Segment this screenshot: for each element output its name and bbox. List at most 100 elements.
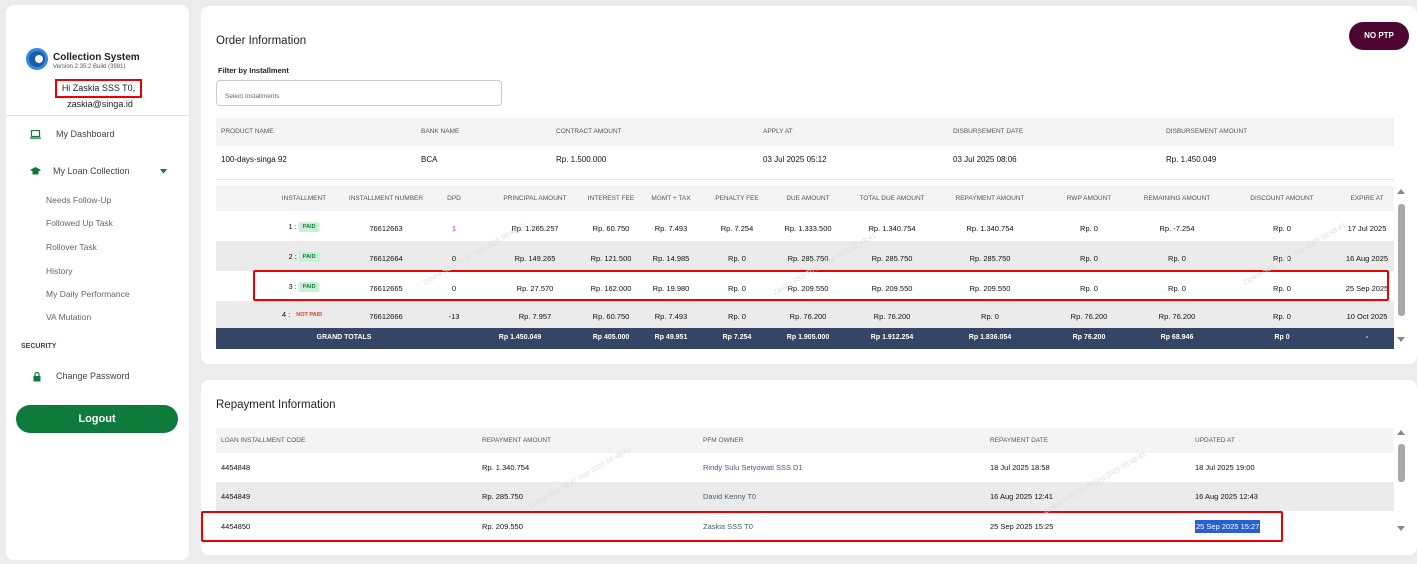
logout-button[interactable]: Logout (16, 405, 178, 433)
total-cell: Rp 49.951 (654, 334, 688, 341)
table-cell: Rp. 0 (728, 312, 746, 321)
security-heading: SECURITY (21, 343, 57, 350)
table-cell: Rp. 0 (1273, 224, 1291, 233)
app-logo (26, 48, 48, 70)
repayment-table-scrollbar[interactable] (1397, 430, 1406, 540)
table-cell: Rp. 7.254 (720, 224, 754, 233)
table-cell: Rp. 0 (1168, 254, 1186, 263)
scroll-thumb[interactable] (1398, 444, 1405, 482)
table-cell: 4454848 (221, 463, 251, 472)
table-row[interactable]: 4 : NOT PAID 76612666 -13 Rp. 7.957 Rp. 60.75… (216, 301, 1394, 328)
total-cell: Rp 405.000 (592, 334, 630, 341)
sidebar-item-label: My Loan Collection (53, 166, 130, 176)
table-cell: 16 Aug 2025 12:41 (990, 492, 1053, 501)
total-cell: Rp 1.836.054 (968, 334, 1012, 341)
table-cell: Rp. 76.200 (1070, 312, 1108, 321)
repayment-information-title: Repayment Information (216, 399, 336, 411)
total-cell: Rp 1.912.254 (870, 334, 914, 341)
caret-down-icon[interactable] (160, 169, 167, 174)
table-cell: 1 (451, 224, 457, 233)
sidebar-subitem-history[interactable]: History (46, 266, 72, 276)
column-header: CONTRACT AMOUNT (556, 128, 622, 135)
column-header: INSTALLMENT (281, 195, 327, 202)
scroll-thumb[interactable] (1398, 204, 1405, 316)
status-badge: PAID (298, 252, 320, 263)
sidebar-subitem-needs-follow-up[interactable]: Needs Follow-Up (46, 195, 111, 205)
sidebar-subitem-followed-up-task[interactable]: Followed Up Task (46, 218, 113, 228)
column-header: PENALTY FEE (715, 195, 759, 202)
installment-table-scrollbar[interactable] (1397, 189, 1406, 344)
total-cell: Rp 1.450.049 (498, 334, 542, 341)
sidebar-subitem-daily-performance[interactable]: My Daily Performance (46, 289, 130, 299)
total-cell: Rp 76.200 (1072, 334, 1106, 341)
table-cell: Rp. 149.265 (514, 254, 556, 263)
column-header: INSTALLMENT NUMBER (348, 195, 424, 202)
table-cell: 4454849 (221, 492, 251, 501)
table-cell: -13 (448, 312, 460, 321)
sidebar-item-label: My Dashboard (56, 129, 115, 139)
sidebar-subitem-va-mutation[interactable]: VA Mutation (46, 312, 91, 322)
table-cell: 100-days-singa 92 (221, 155, 287, 164)
lock-icon (33, 372, 41, 382)
table-cell: 10 Oct 2025 (1346, 312, 1388, 321)
column-header: REPAYMENT AMOUNT (955, 195, 1025, 202)
table-cell: Rp. 7.493 (654, 312, 688, 321)
pfm-owner-link[interactable]: David Kenny T0 (703, 492, 756, 501)
user-greeting: Hi Zaskia SSS T0, (55, 79, 142, 98)
sidebar-subitem-rollover-task[interactable]: Rollover Task (46, 242, 97, 252)
scroll-down-icon[interactable] (1397, 526, 1405, 531)
column-header: UPDATED AT (1195, 437, 1235, 444)
table-cell: Rp. 76.200 (873, 312, 911, 321)
column-header: REPAYMENT AMOUNT (482, 437, 551, 444)
table-cell: 18 Jul 2025 18:58 (990, 463, 1050, 472)
table-cell: Rp. 1.450.049 (1166, 155, 1217, 164)
table-cell: Rp. 121.500 (590, 254, 632, 263)
table-cell: Rp. 285.750 (969, 254, 1011, 263)
installment-filter-select[interactable]: Select Installments (216, 80, 502, 106)
table-cell: 17 Jul 2025 (1347, 224, 1387, 233)
pfm-owner-link[interactable]: Rindy Sulu Setyowati SSS D1 (703, 463, 803, 472)
table-cell: Rp. 285.750 (787, 254, 829, 263)
table-cell: 76612664 (369, 254, 403, 263)
filter-label: Filter by Installment (218, 66, 289, 75)
scroll-up-icon[interactable] (1397, 189, 1405, 194)
column-header: PFM OWNER (703, 437, 744, 444)
table-cell: Rp. 1.333.500 (784, 224, 832, 233)
table-cell: Rp. 7.957 (518, 312, 552, 321)
table-cell: Rp. 1.340.754 (482, 463, 530, 472)
table-row[interactable]: 4454848 Rp. 1.340.754 Rindy Sulu Setyowa… (216, 453, 1394, 482)
column-header: DISBURSEMENT DATE (953, 128, 1024, 135)
total-cell: Rp 7.254 (722, 334, 752, 341)
table-cell: Rp. 0 (981, 312, 999, 321)
installment-number: 2 : (288, 252, 297, 261)
total-cell: - (1365, 334, 1369, 341)
table-cell: 16 Aug 2025 12:43 (1195, 492, 1258, 501)
app-title: Collection System (53, 52, 140, 63)
table-cell: Rp. 1.500.000 (556, 155, 607, 164)
table-cell: Rp. 76.200 (1158, 312, 1196, 321)
table-cell: 0 (451, 254, 457, 263)
order-information-panel: Order Information NO PTP Filter by Insta… (201, 6, 1417, 364)
column-header: DISBURSEMENT AMOUNT (1166, 128, 1248, 135)
table-cell: Rp. 1.340.754 (966, 224, 1014, 233)
table-cell: Rp. 0 (1080, 254, 1098, 263)
table-cell: BCA (421, 155, 438, 164)
installment-label: 1 : PAID (288, 222, 320, 233)
table-cell: Rp. 0 (728, 254, 746, 263)
no-ptp-button[interactable]: NO PTP (1349, 22, 1409, 50)
total-cell: Rp 1.905.000 (786, 334, 830, 341)
table-row[interactable]: 1 : PAID 76612663 1 Rp. 1.265.257 Rp. 60.750 R… (216, 211, 1394, 241)
scroll-up-icon[interactable] (1397, 430, 1405, 435)
column-header: MGMT + TAX (651, 195, 691, 202)
scroll-down-icon[interactable] (1397, 337, 1405, 342)
installment-label: 2 : PAID (288, 252, 320, 263)
table-cell: Rp. 14.985 (652, 254, 690, 263)
sidebar: Collection System Version 2.35.2 Build (… (6, 5, 189, 560)
table-row[interactable]: 4454849 Rp. 285.750 David Kenny T0 16 Au… (216, 482, 1394, 511)
highlight-box (253, 270, 1389, 301)
table-cell: 03 Jul 2025 08:06 (953, 155, 1017, 164)
table-cell: 76612666 (369, 312, 403, 321)
column-header: PRINCIPAL AMOUNT (503, 195, 567, 202)
table-row[interactable]: 2 : PAID 76612664 0 Rp. 149.265 Rp. 121.500 Rp… (216, 241, 1394, 271)
product-table-header: PRODUCT NAME BANK NAME CONTRACT AMOUNT A… (216, 118, 1394, 146)
